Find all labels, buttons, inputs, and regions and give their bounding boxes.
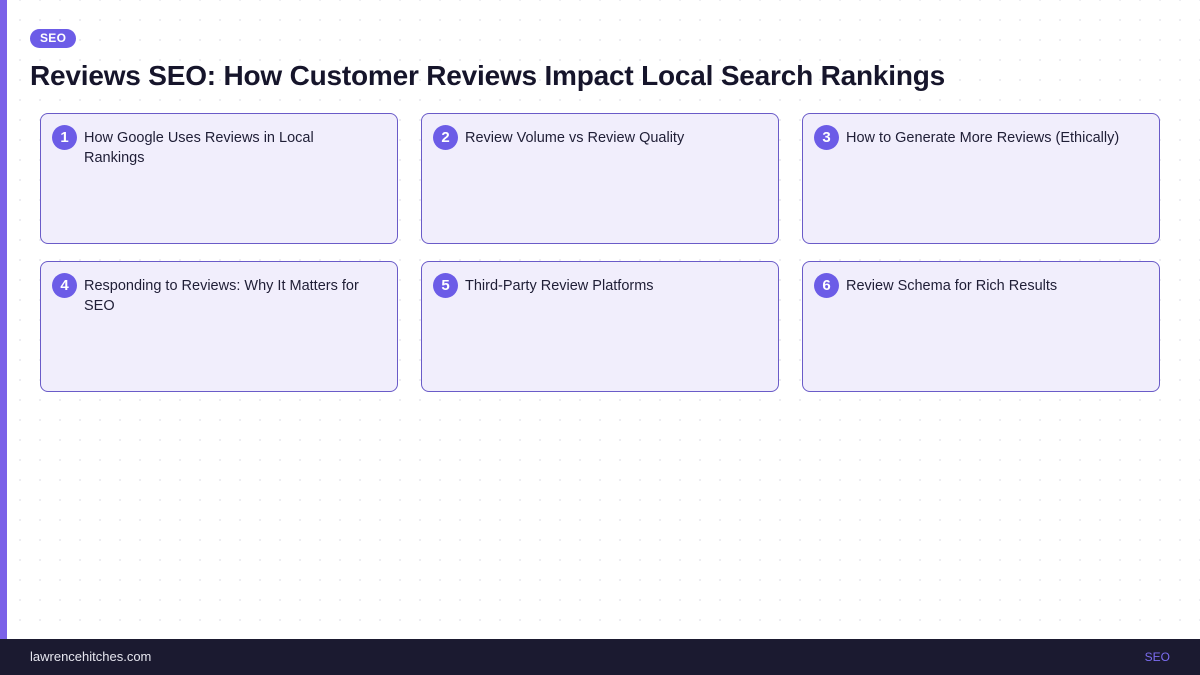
card-number-badge: 5	[433, 273, 458, 298]
category-tag: SEO	[30, 29, 77, 48]
topic-card[interactable]: 6 Review Schema for Rich Results	[802, 261, 1160, 392]
card-number-badge: 4	[52, 273, 77, 298]
card-title: Review Schema for Rich Results	[846, 278, 1058, 294]
footer-category-tag: SEO	[1144, 650, 1170, 664]
card-number-badge: 2	[433, 125, 458, 150]
topic-card[interactable]: 3 How to Generate More Reviews (Ethicall…	[802, 113, 1160, 244]
accent-bar	[0, 0, 7, 639]
topic-card[interactable]: 4 Responding to Reviews: Why It Matters …	[40, 261, 398, 392]
topic-grid: 1 How Google Uses Reviews in Local Ranki…	[40, 113, 1160, 392]
card-number-badge: 3	[814, 125, 839, 150]
page-title: Reviews SEO: How Customer Reviews Impact…	[30, 60, 946, 91]
card-title: Review Volume vs Review Quality	[465, 130, 685, 146]
card-number-badge: 1	[52, 125, 77, 150]
topic-card[interactable]: 2 Review Volume vs Review Quality	[421, 113, 779, 244]
footer-bar: lawrencehitches.com SEO	[0, 639, 1200, 675]
card-title: How Google Uses Reviews in Local Ranking…	[84, 130, 314, 166]
card-title: How to Generate More Reviews (Ethically)	[846, 130, 1120, 146]
topic-card[interactable]: 5 Third-Party Review Platforms	[421, 261, 779, 392]
card-number-badge: 6	[814, 273, 839, 298]
footer-site-name: lawrencehitches.com	[30, 649, 152, 664]
card-title: Third-Party Review Platforms	[465, 278, 654, 294]
topic-card[interactable]: 1 How Google Uses Reviews in Local Ranki…	[40, 113, 398, 244]
card-title: Responding to Reviews: Why It Matters fo…	[84, 278, 359, 314]
